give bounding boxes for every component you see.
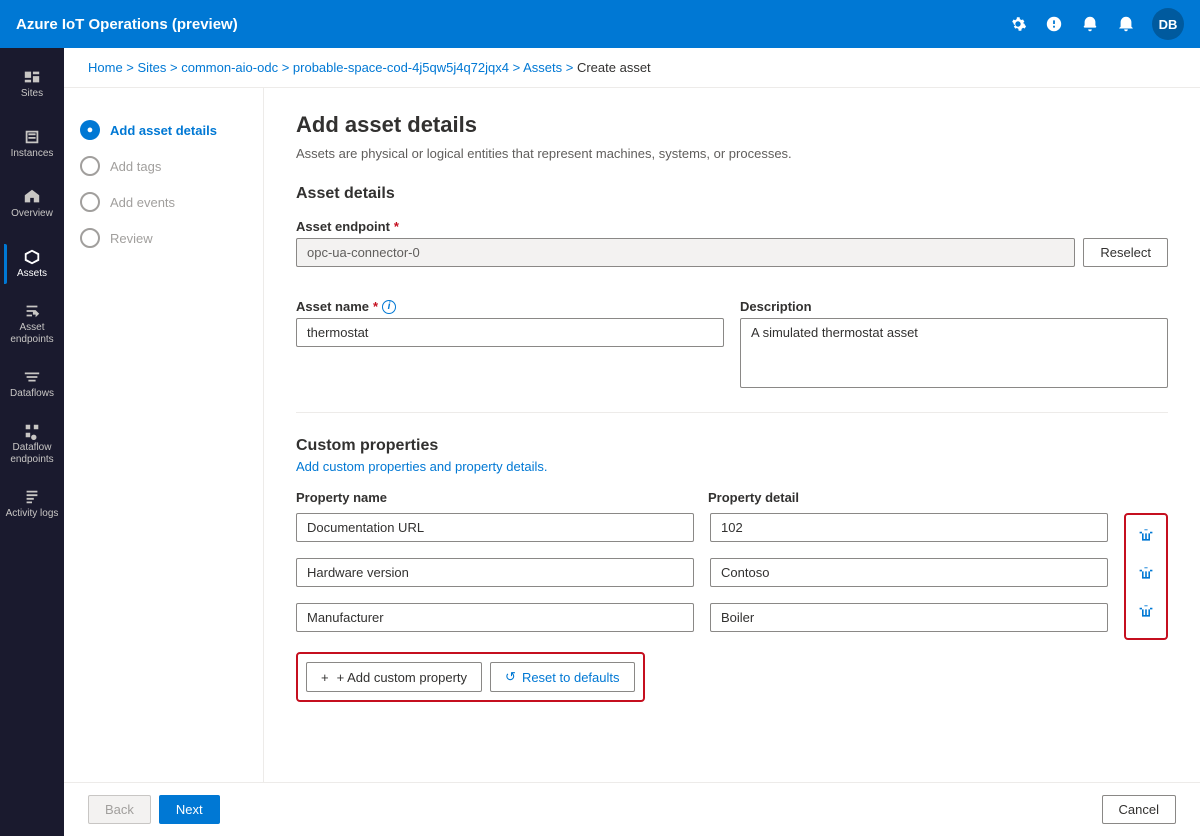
step-circle-1: ● (80, 120, 100, 140)
add-custom-property-button[interactable]: + + Add custom property (306, 662, 482, 692)
asset-endpoint-input[interactable] (296, 238, 1075, 267)
wizard-step-add-tags[interactable]: Add tags (80, 148, 247, 184)
sidebar-item-sites[interactable]: Sites (4, 56, 60, 112)
sidebar-label-sites: Sites (21, 88, 43, 100)
app-title: Azure IoT Operations (preview) (16, 16, 238, 33)
sidebar-item-assets[interactable]: Assets (4, 236, 60, 292)
step-circle-4 (80, 228, 100, 248)
reselect-button[interactable]: Reselect (1083, 238, 1168, 267)
breadcrumb-current: Create asset (577, 60, 651, 75)
topbar-icons: DB (1008, 8, 1184, 40)
reset-to-defaults-button[interactable]: ↺ Reset to defaults (490, 662, 634, 692)
sidebar-label-instances: Instances (11, 148, 54, 160)
step-circle-3 (80, 192, 100, 212)
page-body: ● Add asset details Add tags Add events … (64, 88, 1200, 782)
add-icon: + (321, 670, 329, 685)
wizard-step-add-asset-details[interactable]: ● Add asset details (80, 112, 247, 148)
sidebar-label-assets: Assets (17, 268, 47, 280)
asset-details-section-title: Asset details (296, 185, 1168, 203)
page-desc: Assets are physical or logical entities … (296, 146, 1168, 161)
props-and-delete (296, 513, 1168, 640)
step-label-3: Add events (110, 195, 175, 210)
property-name-header: Property name (296, 490, 692, 505)
prop-detail-input-1[interactable] (710, 513, 1108, 542)
step-label-4: Review (110, 231, 153, 246)
asset-endpoint-label: Asset endpoint * (296, 219, 1168, 234)
help-icon[interactable] (1044, 14, 1064, 34)
asset-endpoint-group: Asset endpoint * Reselect (296, 219, 1168, 283)
prop-name-input-2[interactable] (296, 558, 694, 587)
sidebar-label-activity-logs: Activity logs (6, 508, 59, 520)
wizard-sidebar: ● Add asset details Add tags Add events … (64, 88, 264, 782)
sidebar-label-dataflow-endpoints: Dataflow endpoints (4, 442, 60, 466)
prop-name-input-1[interactable] (296, 513, 694, 542)
form-area: Add asset details Assets are physical or… (264, 88, 1200, 782)
sidebar-label-dataflows: Dataflows (10, 388, 54, 400)
breadcrumb-sites[interactable]: Sites (138, 60, 167, 75)
props-rows (296, 513, 1108, 640)
prop-detail-input-3[interactable] (710, 603, 1108, 632)
step-label-2: Add tags (110, 159, 161, 174)
breadcrumb-home[interactable]: Home (88, 60, 123, 75)
description-group: Description A simulated thermostat asset (740, 299, 1168, 388)
avatar[interactable]: DB (1152, 8, 1184, 40)
sidebar-item-dataflow-endpoints[interactable]: Dataflow endpoints (4, 416, 60, 472)
sidebar-item-asset-endpoints[interactable]: Asset endpoints (4, 296, 60, 352)
delete-prop-button-2[interactable] (1130, 557, 1162, 589)
reset-icon: ↺ (505, 669, 516, 685)
asset-name-label: Asset name * i (296, 299, 724, 314)
notifications-icon[interactable] (1080, 14, 1100, 34)
asset-name-desc-row: Asset name * i Description A simulated t… (296, 299, 1168, 388)
table-row (296, 558, 1108, 587)
asset-name-input[interactable] (296, 318, 724, 347)
table-row (296, 513, 1108, 542)
property-detail-header: Property detail (708, 490, 1104, 505)
footer-left: Back Next (88, 795, 220, 824)
footer: Back Next Cancel (64, 782, 1200, 836)
sidebar-label-asset-endpoints: Asset endpoints (4, 322, 60, 346)
delete-buttons-group (1124, 513, 1168, 640)
topbar: Azure IoT Operations (preview) DB (0, 0, 1200, 48)
breadcrumb-odc[interactable]: common-aio-odc (181, 60, 278, 75)
endpoint-row: Reselect (296, 238, 1168, 267)
divider (296, 412, 1168, 413)
content-area: Home > Sites > common-aio-odc > probable… (64, 48, 1200, 836)
delete-prop-button-3[interactable] (1130, 595, 1162, 627)
sidebar-item-instances[interactable]: Instances (4, 116, 60, 172)
bell-icon[interactable] (1116, 14, 1136, 34)
delete-prop-button-1[interactable] (1130, 519, 1162, 551)
settings-icon[interactable] (1008, 14, 1028, 34)
breadcrumb-space[interactable]: probable-space-cod-4j5qw5j4q72jqx4 (293, 60, 509, 75)
prop-detail-input-2[interactable] (710, 558, 1108, 587)
sidebar-label-overview: Overview (11, 208, 53, 220)
breadcrumb-assets[interactable]: Assets (523, 60, 562, 75)
back-button[interactable]: Back (88, 795, 151, 824)
step-circle-2 (80, 156, 100, 176)
step-label-1: Add asset details (110, 123, 217, 138)
info-icon[interactable]: i (382, 300, 396, 314)
asset-name-required: * (373, 299, 378, 314)
next-button[interactable]: Next (159, 795, 220, 824)
asset-name-group: Asset name * i (296, 299, 724, 347)
wizard-step-add-events[interactable]: Add events (80, 184, 247, 220)
wizard-step-review[interactable]: Review (80, 220, 247, 256)
required-star: * (394, 219, 399, 234)
cancel-button[interactable]: Cancel (1102, 795, 1176, 824)
sidebar-item-activity-logs[interactable]: Activity logs (4, 476, 60, 532)
breadcrumb: Home > Sites > common-aio-odc > probable… (64, 48, 1200, 88)
sidebar: Sites Instances Overview Assets Asset en… (0, 48, 64, 836)
description-label: Description (740, 299, 1168, 314)
props-header: Property name Property detail (296, 490, 1168, 505)
custom-properties-title: Custom properties (296, 437, 1168, 455)
page-title: Add asset details (296, 112, 1168, 138)
description-textarea[interactable]: A simulated thermostat asset (740, 318, 1168, 388)
table-row (296, 603, 1108, 632)
prop-name-input-3[interactable] (296, 603, 694, 632)
custom-properties-desc: Add custom properties and property detai… (296, 459, 1168, 474)
sidebar-item-overview[interactable]: Overview (4, 176, 60, 232)
custom-property-actions: + + Add custom property ↺ Reset to defau… (296, 652, 645, 702)
footer-right: Cancel (1102, 795, 1176, 824)
sidebar-item-dataflows[interactable]: Dataflows (4, 356, 60, 412)
